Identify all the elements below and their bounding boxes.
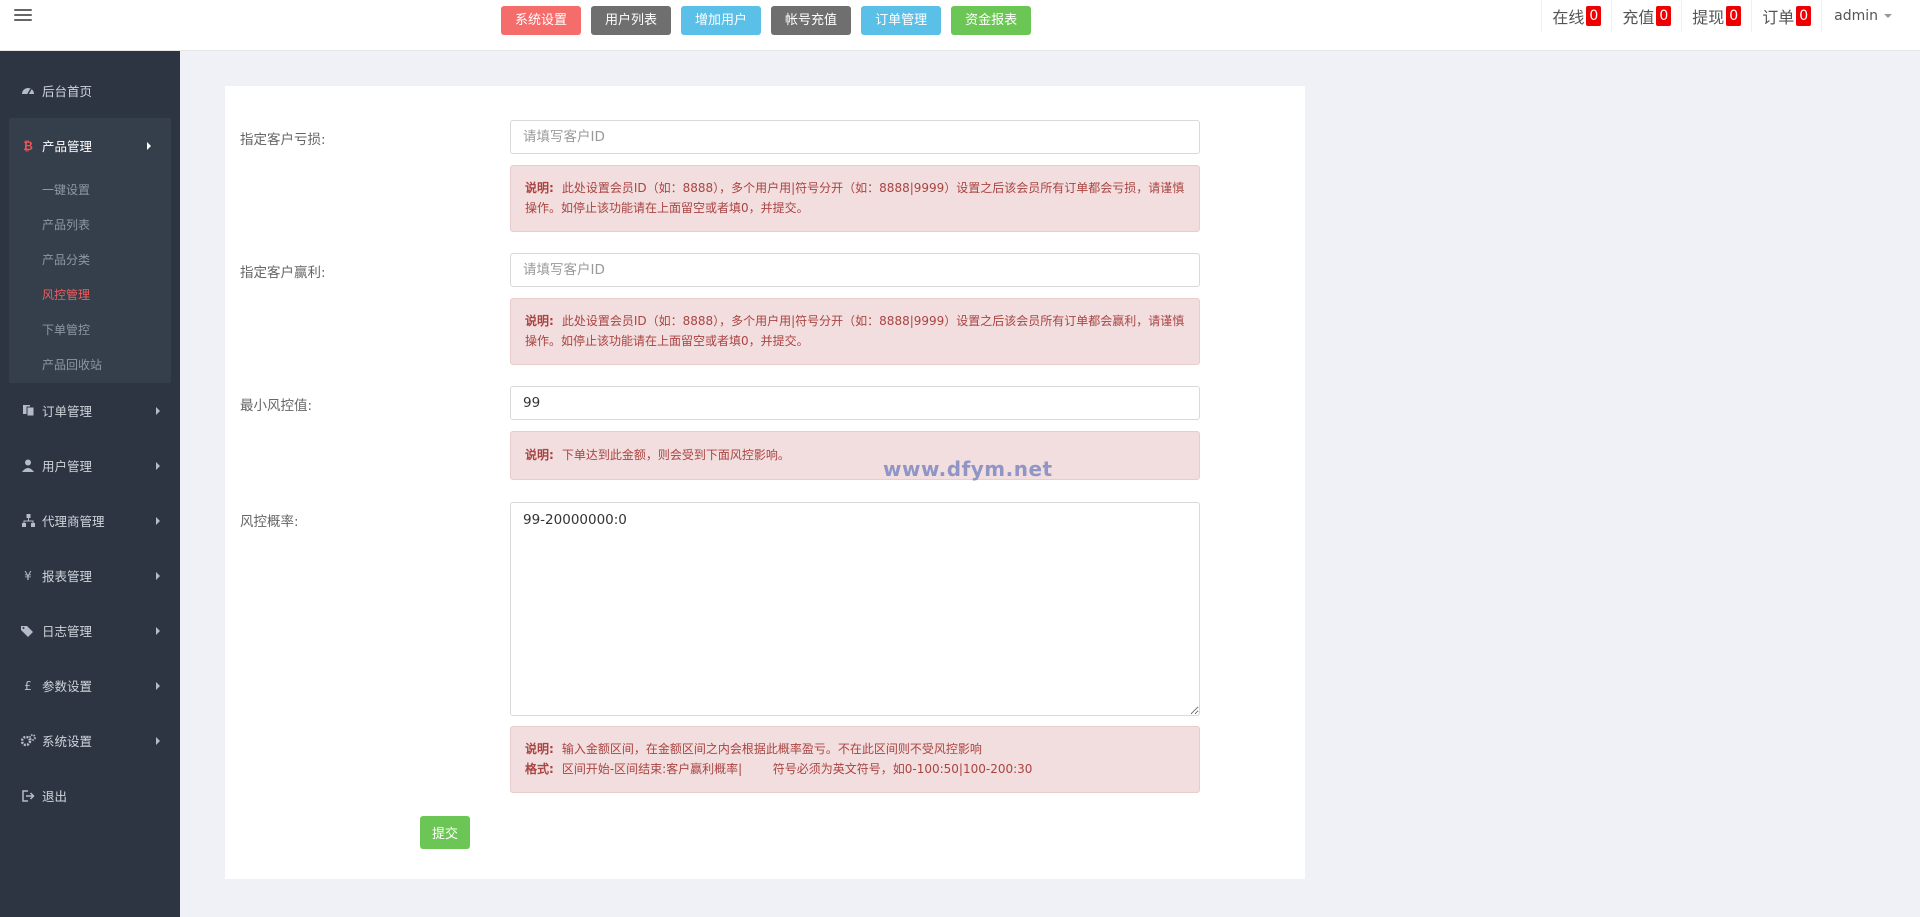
note-title: 说明:	[525, 181, 554, 195]
note-title: 说明:	[525, 742, 554, 756]
chevron-right-icon	[156, 626, 160, 635]
customer-win-input[interactable]	[510, 253, 1200, 287]
sidebar-subitem-product-list[interactable]: 产品列表	[9, 208, 171, 243]
stat-label: 提现	[1692, 8, 1725, 27]
submit-button[interactable]: 提交	[420, 816, 471, 849]
sidebar-group-product: ₿ 产品管理 一键设置 产品列表 产品分类 风控管理 下单管控 产品回收站	[9, 118, 171, 383]
sidebar-item-logout[interactable]: 退出	[0, 768, 180, 823]
min-risk-value-input[interactable]	[510, 386, 1200, 420]
stat-label: 在线	[1552, 8, 1585, 27]
sidebar-subitem-recycle-bin[interactable]: 产品回收站	[9, 348, 171, 383]
note-title: 说明:	[525, 314, 554, 328]
sitemap-icon	[20, 513, 36, 529]
label-customer-loss: 指定客户亏损:	[240, 132, 326, 148]
customer-win-note: 说明: 此处设置会员ID（如：8888），多个用户用|符号分开（如：8888|99…	[510, 298, 1200, 365]
note-text: 输入金额区间，在金额区间之内会根据此概率盈亏。不在此区间则不受风控影响	[561, 742, 982, 756]
top-bar: 系统设置 用户列表 增加用户 帐号充值 订单管理 资金报表 在线 0 充值 0 提现…	[0, 0, 1920, 51]
sidebar-subitem-quick-setup[interactable]: 一键设置	[9, 173, 171, 208]
label-min-risk-value: 最小风控值:	[240, 398, 313, 414]
risk-control-form: 指定客户亏损: 说明:此处设置会员ID（如：8888），多个用户用|符号分开（如…	[225, 86, 1305, 879]
chevron-right-icon	[156, 461, 160, 470]
btn-fund-report[interactable]: 资金报表	[951, 6, 1032, 35]
sidebar-item-params[interactable]: £ 参数设置	[0, 658, 180, 713]
chevron-right-icon	[147, 141, 151, 150]
user-name: admin	[1834, 8, 1878, 24]
btn-order-management[interactable]: 订单管理	[861, 6, 942, 35]
stat-label: 充值	[1622, 8, 1655, 27]
note-text: 下单达到此金额，则会受到下面风控影响。	[561, 448, 790, 462]
note-title: 说明:	[525, 448, 554, 462]
pound-icon: £	[24, 678, 32, 693]
min-risk-value-note: 说明: 下单达到此金额，则会受到下面风控影响。	[510, 431, 1200, 480]
risk-rate-textarea[interactable]: 99-20000000:0	[510, 502, 1200, 716]
sidebar-item-logs[interactable]: 日志管理	[0, 603, 180, 658]
note-text: 此处设置会员ID（如：8888），多个用户用|符号分开（如：8888|9999）…	[525, 314, 1185, 348]
chevron-right-icon	[156, 681, 160, 690]
dashboard-icon	[20, 83, 36, 99]
sidebar-item-label: 产品管理	[42, 139, 93, 154]
stat-online[interactable]: 在线 0	[1541, 0, 1611, 32]
stat-count-badge: 0	[1656, 6, 1672, 26]
btn-system-settings[interactable]: 系统设置	[501, 6, 582, 35]
sidebar-item-users[interactable]: 用户管理	[0, 438, 180, 493]
documents-icon	[20, 403, 36, 419]
user-menu[interactable]: admin	[1821, 0, 1904, 32]
sidebar-item-label: 系统设置	[42, 734, 93, 749]
sidebar-item-label: 参数设置	[42, 679, 93, 694]
sidebar-subitem-order-control[interactable]: 下单管控	[9, 313, 171, 348]
sidebar-item-label: 后台首页	[42, 84, 93, 99]
note-title: 格式:	[525, 762, 554, 776]
customer-loss-input[interactable]	[510, 120, 1200, 154]
quick-actions: 系统设置 用户列表 增加用户 帐号充值 订单管理 资金报表	[501, 6, 1032, 35]
risk-rate-note: 说明: 输入金额区间，在金额区间之内会根据此概率盈亏。不在此区间则不受风控影响 格…	[510, 726, 1200, 793]
sidebar-item-system[interactable]: 系统设置	[0, 713, 180, 768]
sidebar-item-product[interactable]: ₿ 产品管理	[9, 118, 171, 173]
sidebar-item-orders[interactable]: 订单管理	[0, 383, 180, 438]
sidebar-item-agents[interactable]: 代理商管理	[0, 493, 180, 548]
chevron-right-icon	[156, 516, 160, 525]
sidebar-item-label: 代理商管理	[42, 514, 105, 529]
yen-icon: ¥	[24, 568, 32, 583]
gears-icon	[20, 733, 36, 749]
tags-icon	[20, 623, 36, 639]
sidebar-subitem-risk-control[interactable]: 风控管理	[9, 278, 171, 313]
btn-add-user[interactable]: 增加用户	[681, 6, 762, 35]
chevron-right-icon	[156, 571, 160, 580]
customer-loss-note: 说明: 此处设置会员ID（如：8888），多个用户用|符号分开（如：8888|99…	[510, 165, 1200, 232]
btn-account-recharge[interactable]: 帐号充值	[771, 6, 852, 35]
stat-recharge[interactable]: 充值 0	[1611, 0, 1681, 32]
sidebar-item-label: 报表管理	[42, 569, 93, 584]
chevron-right-icon	[156, 736, 160, 745]
sidebar-item-label: 订单管理	[42, 404, 93, 419]
stats-bar: 在线 0 充值 0 提现 0 订单 0 admin	[1541, 0, 1904, 32]
sidebar-item-home[interactable]: 后台首页	[0, 63, 180, 118]
stat-label: 订单	[1762, 8, 1795, 27]
label-risk-rate: 风控概率:	[240, 514, 299, 530]
note-line-format: 格式: 区间开始-区间结束:客户赢利概率| 符号必须为英文符号，如0-100:50…	[525, 759, 1185, 779]
stat-count-badge: 0	[1726, 6, 1742, 26]
sidebar-item-label: 退出	[42, 789, 68, 804]
note-text: 此处设置会员ID（如：8888），多个用户用|符号分开（如：8888|9999）…	[525, 181, 1185, 215]
chevron-right-icon	[156, 406, 160, 415]
sidebar: 后台首页 ₿ 产品管理 一键设置 产品列表 产品分类 风控管理 下单管控 产品回…	[0, 51, 180, 917]
sidebar-item-label: 日志管理	[42, 624, 93, 639]
sign-out-icon	[20, 788, 36, 804]
stat-count-badge: 0	[1586, 6, 1602, 26]
btn-user-list[interactable]: 用户列表	[591, 6, 672, 35]
sidebar-item-label: 用户管理	[42, 459, 93, 474]
stat-withdraw[interactable]: 提现 0	[1681, 0, 1751, 32]
watermark: www.dfym.net	[883, 457, 1053, 481]
sidebar-item-reports[interactable]: ¥ 报表管理	[0, 548, 180, 603]
stat-orders[interactable]: 订单 0	[1751, 0, 1821, 32]
user-icon	[20, 458, 36, 474]
label-customer-win: 指定客户赢利:	[240, 265, 326, 281]
caret-down-icon	[1884, 14, 1892, 18]
bitcoin-icon: ₿	[23, 138, 33, 153]
stat-count-badge: 0	[1796, 6, 1812, 26]
note-text: 区间开始-区间结束:客户赢利概率| 符号必须为英文符号，如0-100:50|10…	[561, 762, 1033, 776]
menu-toggle-icon[interactable]	[14, 6, 32, 22]
sidebar-subitem-product-category[interactable]: 产品分类	[9, 243, 171, 278]
note-line-description: 说明: 输入金额区间，在金额区间之内会根据此概率盈亏。不在此区间则不受风控影响	[525, 739, 1185, 759]
